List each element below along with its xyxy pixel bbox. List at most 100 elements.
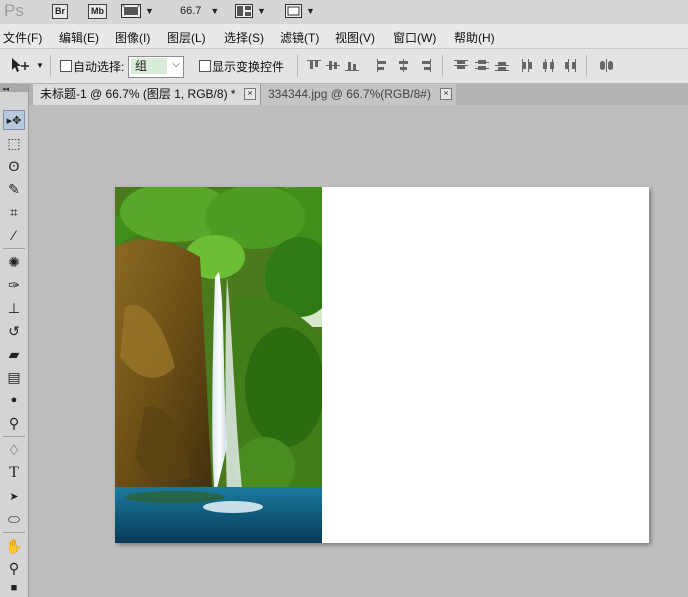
healing-tool-button[interactable]: ✺ — [3, 252, 25, 272]
divider — [50, 55, 51, 77]
arrange-documents-icon — [235, 4, 253, 18]
quick-select-icon: ✎ — [8, 180, 20, 197]
menu-edit[interactable]: 编辑(E) — [59, 29, 99, 46]
healing-brush-icon: ✺ — [8, 253, 20, 270]
screen-mode-button[interactable]: ▼ — [285, 3, 315, 19]
application-bar: Ps Br Mb ▼ 66.7 ▼ ▼ ▼ — [0, 0, 688, 24]
divider — [297, 55, 298, 77]
crop-tool-button[interactable]: ⌗ — [3, 202, 25, 222]
zoom-tool-button[interactable]: ⚲ — [3, 558, 25, 578]
brush-tool-button[interactable]: ✑ — [3, 275, 25, 295]
dodge-icon: ⚲ — [8, 414, 20, 431]
waterfall-image — [115, 187, 322, 543]
pen-tool-button[interactable]: ♢ — [3, 440, 25, 460]
eraser-icon: ▰ — [8, 345, 20, 362]
divider — [442, 55, 443, 77]
zoom-level-value: 66.7 — [180, 5, 202, 17]
close-icon[interactable]: × — [244, 88, 256, 100]
align-vertical-center-icon[interactable] — [326, 59, 340, 72]
hand-icon: ✋ — [5, 537, 23, 554]
history-brush-tool-button[interactable]: ↺ — [3, 321, 25, 341]
align-horizontal-center-icon[interactable] — [397, 59, 411, 72]
history-brush-icon: ↺ — [8, 322, 20, 339]
blur-tool-button[interactable]: ● — [3, 390, 25, 410]
ellipse-shape-icon: ⬭ — [8, 510, 20, 527]
brush-icon: ✑ — [8, 276, 20, 293]
divider — [586, 55, 587, 77]
photoshop-logo: Ps — [4, 1, 24, 20]
move-tool-icon — [12, 58, 29, 72]
tab-untitled-1[interactable]: 未标题-1 @ 66.7% (图层 1, RGB/8) * × — [33, 84, 261, 105]
marquee-tool-button[interactable]: ⬚ — [3, 133, 25, 153]
chevron-down-icon: ▼ — [257, 6, 266, 16]
lasso-tool-button[interactable]: ʘ — [3, 156, 25, 176]
distribute-left-icon[interactable] — [521, 59, 535, 72]
stamp-tool-button[interactable]: ⊥ — [3, 298, 25, 318]
tool-preset-picker[interactable] — [10, 57, 32, 76]
align-left-icon[interactable] — [376, 59, 390, 72]
menu-help[interactable]: 帮助(H) — [454, 29, 495, 46]
collapse-icon[interactable]: ◂◂ — [2, 85, 9, 93]
color-swatches[interactable]: ■ — [3, 579, 25, 597]
menu-layer[interactable]: 图层(L) — [167, 29, 206, 46]
eyedropper-tool-button[interactable]: ⁄ — [3, 225, 25, 245]
dodge-tool-button[interactable]: ⚲ — [3, 413, 25, 433]
align-top-icon[interactable] — [307, 59, 321, 72]
chevron-down-icon: ▼ — [210, 6, 220, 16]
bridge-icon: Br — [52, 3, 69, 19]
move-tool-button[interactable]: ▸✥ — [3, 110, 25, 130]
auto-select-dropdown[interactable]: 组 ⌵ — [128, 56, 184, 78]
auto-select-label: 自动选择: — [73, 60, 125, 74]
view-extras-button[interactable]: ▼ — [121, 3, 154, 19]
blur-drop-icon: ● — [10, 394, 18, 406]
menu-window[interactable]: 窗口(W) — [393, 29, 436, 46]
move-tool-icon: ▸✥ — [6, 114, 22, 127]
align-right-icon[interactable] — [418, 59, 432, 72]
document-canvas[interactable] — [115, 187, 649, 543]
auto-select-checkbox[interactable] — [60, 60, 72, 72]
type-tool-button[interactable]: T — [3, 463, 25, 483]
crop-icon: ⌗ — [10, 203, 18, 220]
show-transform-checkbox[interactable] — [199, 60, 211, 72]
auto-align-layers-icon[interactable] — [599, 59, 615, 72]
menu-select[interactable]: 选择(S) — [224, 29, 264, 46]
distribute-right-icon[interactable] — [563, 59, 577, 72]
screen-mode-icon — [285, 4, 302, 18]
show-transform-label: 显示变换控件 — [212, 60, 285, 74]
eraser-tool-button[interactable]: ▰ — [3, 344, 25, 364]
hand-tool-button[interactable]: ✋ — [3, 536, 25, 556]
chevron-down-icon[interactable]: ▼ — [36, 61, 44, 70]
eyedropper-icon: ⁄ — [12, 227, 16, 243]
divider — [3, 532, 25, 533]
zoom-level-dropdown[interactable]: 66.7 ▼ — [180, 3, 219, 19]
waterfall-photo-layer[interactable] — [115, 187, 322, 543]
close-icon[interactable]: × — [440, 88, 452, 100]
chevron-down-icon: ▼ — [145, 6, 154, 16]
foreground-background-color-icon: ■ — [10, 582, 18, 594]
path-select-icon: ➤ — [9, 490, 19, 503]
divider — [3, 248, 25, 249]
zoom-icon: ⚲ — [8, 559, 20, 576]
bridge-button[interactable]: Br — [52, 3, 69, 19]
menu-image[interactable]: 图像(I) — [115, 29, 150, 46]
shape-tool-button[interactable]: ⬭ — [3, 509, 25, 529]
menu-filter[interactable]: 滤镜(T) — [280, 29, 319, 46]
arrange-documents-button[interactable]: ▼ — [235, 3, 266, 19]
distribute-horizontal-center-icon[interactable] — [542, 59, 556, 72]
tab-label: 未标题-1 @ 66.7% (图层 1, RGB/8) * — [40, 87, 236, 101]
distribute-top-icon[interactable] — [454, 59, 468, 72]
gradient-tool-button[interactable]: ▤ — [3, 367, 25, 387]
marquee-icon: ⬚ — [7, 134, 21, 151]
divider — [3, 436, 25, 437]
menu-view[interactable]: 视图(V) — [335, 29, 375, 46]
menu-file[interactable]: 文件(F) — [3, 29, 42, 46]
path-select-tool-button[interactable]: ➤ — [3, 486, 25, 506]
tab-334344-jpg[interactable]: 334344.jpg @ 66.7%(RGB/8#) × — [261, 84, 456, 105]
chevron-down-icon: ⌵ — [172, 59, 180, 70]
quick-select-tool-button[interactable]: ✎ — [3, 179, 25, 199]
distribute-bottom-icon[interactable] — [495, 59, 509, 72]
pen-icon: ♢ — [7, 441, 21, 458]
align-bottom-icon[interactable] — [345, 59, 359, 72]
distribute-vertical-center-icon[interactable] — [475, 59, 489, 72]
mini-bridge-button[interactable]: Mb — [88, 3, 107, 19]
